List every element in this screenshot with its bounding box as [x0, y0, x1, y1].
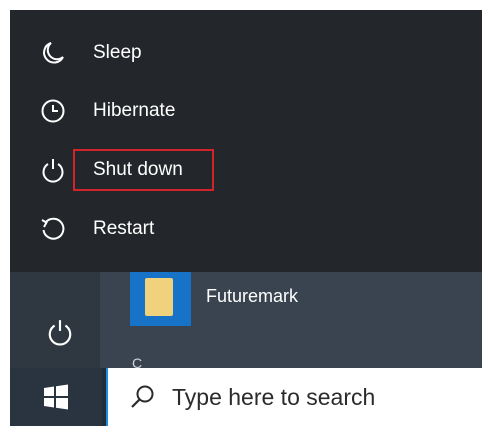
start-button[interactable] — [10, 368, 102, 426]
start-left-rail — [10, 272, 100, 368]
menu-item-label: Restart — [93, 218, 155, 239]
start-menu-screenshot: Sleep Hibernate Shut down Restart Future… — [10, 10, 482, 426]
menu-item-hibernate[interactable]: Hibernate — [10, 82, 482, 140]
power-icon[interactable] — [46, 318, 76, 348]
folder-icon — [145, 278, 173, 316]
menu-item-label: Sleep — [93, 42, 142, 63]
hibernate-clock-icon — [38, 96, 68, 126]
menu-item-label: Hibernate — [93, 100, 176, 121]
app-name[interactable]: Futuremark — [206, 286, 298, 307]
menu-item-restart[interactable]: Restart — [10, 200, 482, 258]
windows-logo-icon — [44, 384, 68, 410]
sleep-moon-icon — [38, 38, 68, 68]
search-input[interactable] — [172, 378, 472, 416]
taskbar-search-box[interactable] — [106, 368, 482, 426]
restart-icon — [38, 214, 68, 244]
app-tile-futuremark[interactable] — [130, 272, 191, 326]
search-icon — [131, 385, 154, 408]
power-options-menu: Sleep Hibernate Shut down Restart — [10, 10, 482, 272]
power-icon — [38, 155, 68, 185]
shut-down-highlight-box — [73, 149, 214, 191]
start-app-list: Futuremark C — [10, 272, 482, 370]
taskbar — [10, 368, 482, 426]
menu-item-sleep[interactable]: Sleep — [10, 24, 482, 82]
